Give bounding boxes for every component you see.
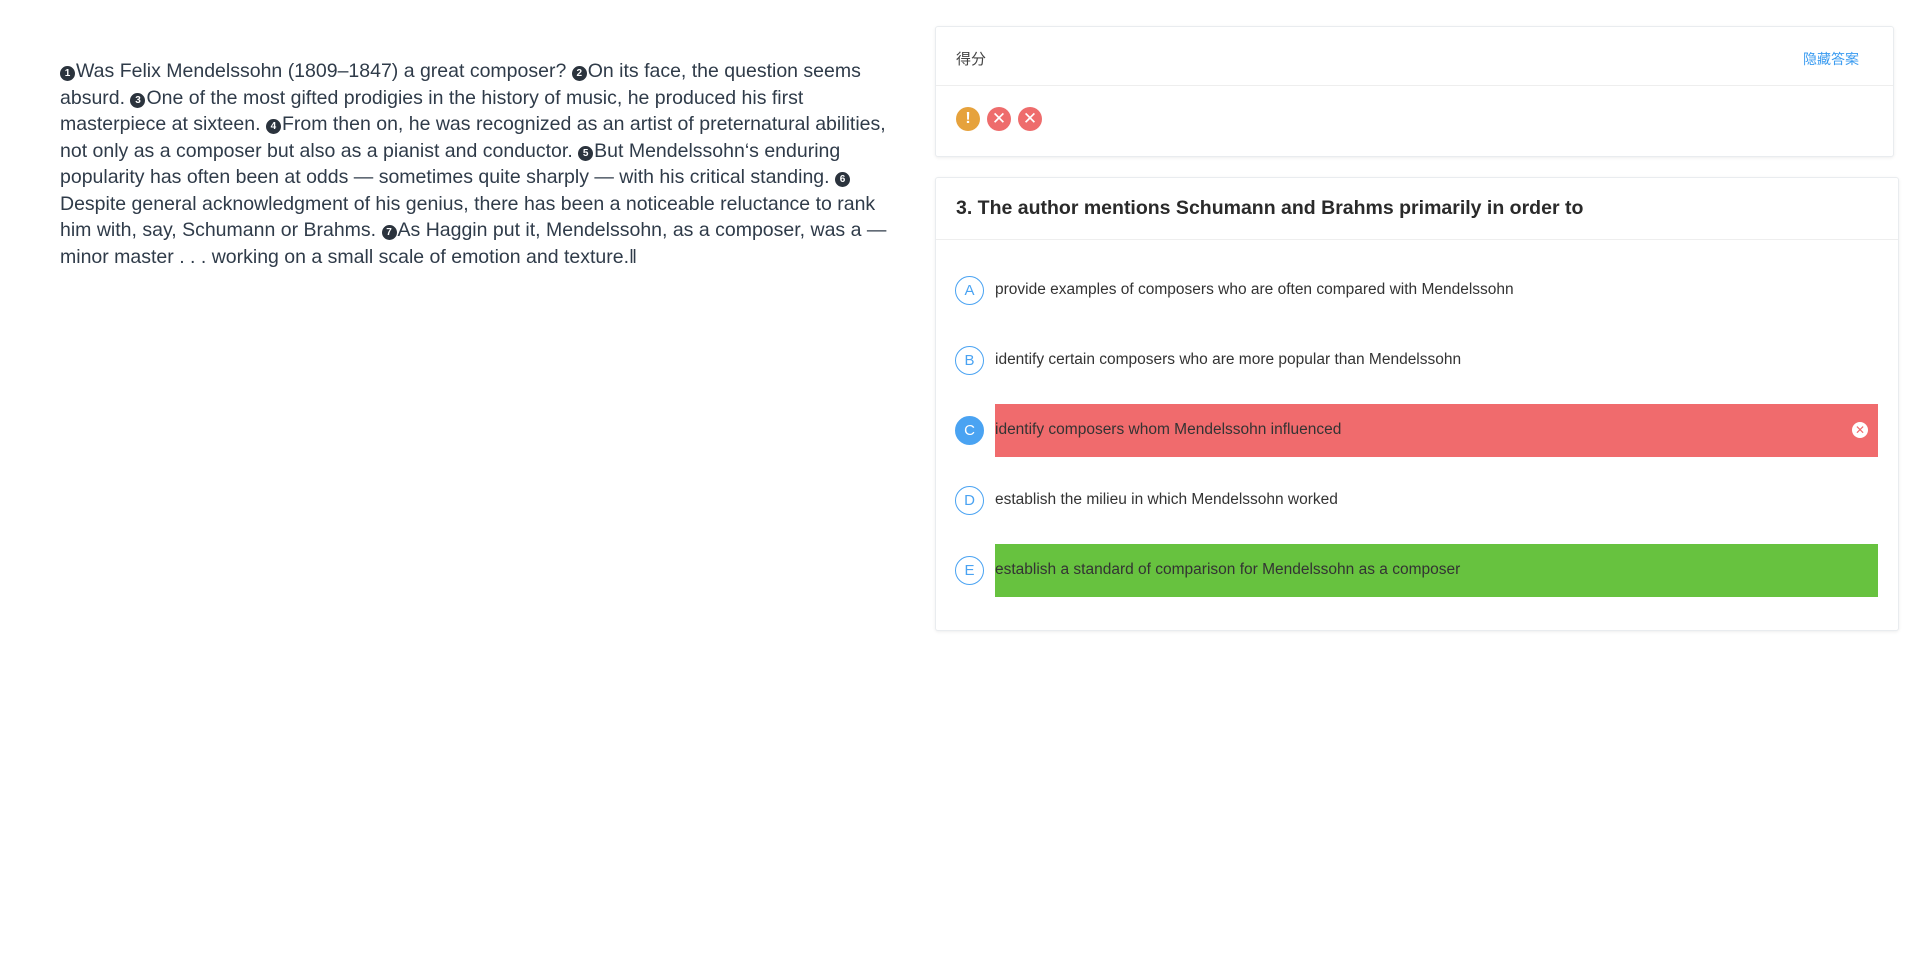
hide-answer-link[interactable]: 隐藏答案 <box>1803 49 1859 69</box>
wrong-icon[interactable]: ✕ <box>1018 107 1042 131</box>
option-text: establish a standard of comparison for M… <box>995 561 1461 578</box>
option-body-wrong[interactable]: identify composers whom Mendelssohn infl… <box>995 404 1878 457</box>
option-text: identify composers whom Mendelssohn infl… <box>995 421 1342 438</box>
close-icon[interactable]: ✕ <box>1852 422 1868 438</box>
passage-sentence: 1 Was Felix Mendelssohn (1809–1847) a gre… <box>60 60 572 82</box>
sentence-number-badge: 5 <box>578 145 594 161</box>
warning-icon[interactable]: ! <box>956 107 980 131</box>
wrong-icon[interactable]: ✕ <box>987 107 1011 131</box>
sentence-number-badge: 4 <box>265 119 281 134</box>
option-letter[interactable]: E <box>955 556 984 585</box>
option-body[interactable]: provide examples of composers who are of… <box>995 264 1878 317</box>
option-text: identify certain composers who are more … <box>995 351 1462 368</box>
option-letter[interactable]: B <box>955 346 984 375</box>
score-title: 得分 <box>956 51 987 68</box>
sentence-number-badge: 1 <box>60 66 75 81</box>
question-title: 3. The author mentions Schumann and Brah… <box>956 197 1584 219</box>
option-body[interactable]: identify certain composers who are more … <box>995 334 1878 387</box>
answer-option-b[interactable]: B identify certain composers who are mor… <box>955 334 1875 387</box>
answer-option-d[interactable]: D establish the milieu in which Mendelss… <box>955 474 1875 527</box>
option-text: provide examples of composers who are of… <box>995 281 1514 298</box>
sentence-number-badge: 6 <box>834 172 850 187</box>
score-status-icons: ! ✕ ✕ <box>956 107 1042 131</box>
sentence-number-badge: 7 <box>381 225 397 240</box>
question-header: 3. The author mentions Schumann and Brah… <box>936 178 1898 240</box>
sentence-number-badge: 2 <box>571 66 587 81</box>
answer-option-c[interactable]: C identify composers whom Mendelssohn in… <box>955 404 1878 457</box>
option-body[interactable]: establish the milieu in which Mendelssoh… <box>995 474 1878 527</box>
option-letter[interactable]: D <box>955 486 984 515</box>
sentence-text: Was Felix Mendelssohn (1809–1847) a grea… <box>76 60 572 82</box>
option-letter[interactable]: A <box>955 276 984 305</box>
score-panel: 得分 隐藏答案 ! ✕ ✕ <box>935 26 1894 157</box>
answer-option-a[interactable]: A provide examples of composers who are … <box>955 264 1875 317</box>
score-header: 得分 隐藏答案 <box>936 27 1893 86</box>
question-panel: 3. The author mentions Schumann and Brah… <box>935 177 1899 631</box>
reading-passage: 1 Was Felix Mendelssohn (1809–1847) a gre… <box>60 58 905 270</box>
option-letter-selected[interactable]: C <box>955 416 984 445</box>
option-text: establish the milieu in which Mendelssoh… <box>995 491 1338 508</box>
answer-option-e[interactable]: E establish a standard of comparison for… <box>955 544 1878 597</box>
option-body-correct[interactable]: establish a standard of comparison for M… <box>995 544 1878 597</box>
sentence-number-badge: 3 <box>130 92 146 108</box>
